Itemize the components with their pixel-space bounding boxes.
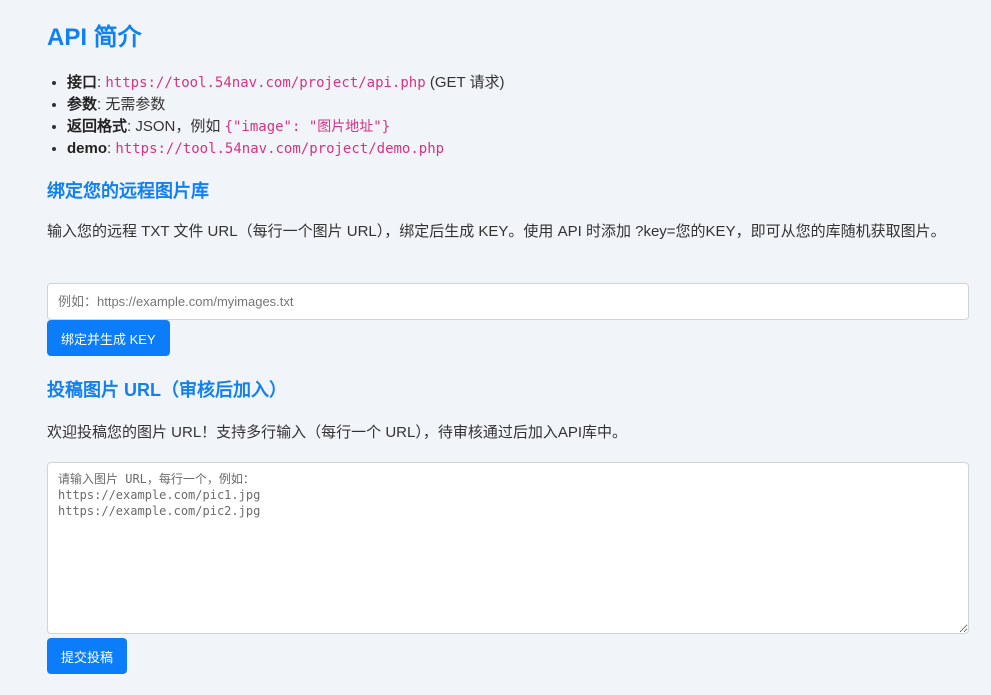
format-example: {"image": "图片地址"} <box>224 119 391 135</box>
image-urls-textarea[interactable] <box>47 462 969 634</box>
remote-url-input[interactable] <box>47 283 969 320</box>
submit-heading: 投稿图片 URL（审核后加入） <box>47 380 287 400</box>
endpoint-label: 接口 <box>67 74 98 91</box>
format-value: JSON，例如 <box>135 118 225 135</box>
bind-generate-key-button[interactable]: 绑定并生成 KEY <box>47 320 170 356</box>
api-info-list: 接口: https://tool.54nav.com/project/api.p… <box>47 72 505 160</box>
bind-heading: 绑定您的远程图片库 <box>47 181 209 201</box>
demo-url: https://tool.54nav.com/project/demo.php <box>115 141 445 157</box>
page-title: API 简介 <box>47 24 142 51</box>
endpoint-url: https://tool.54nav.com/project/api.php <box>105 75 426 91</box>
submit-contribution-button[interactable]: 提交投稿 <box>47 638 128 674</box>
list-item-demo: demo: https://tool.54nav.com/project/dem… <box>67 138 505 160</box>
submit-description: 欢迎投稿您的图片 URL！支持多行输入（每行一个 URL），待审核通过后加入AP… <box>47 424 628 441</box>
list-item-format: 返回格式: JSON，例如 {"image": "图片地址"} <box>67 116 505 138</box>
params-value: 无需参数 <box>105 96 166 113</box>
list-item-params: 参数: 无需参数 <box>67 94 505 116</box>
endpoint-method: (GET 请求) <box>425 74 505 91</box>
format-label: 返回格式 <box>67 118 128 135</box>
params-label: 参数 <box>67 96 98 113</box>
demo-label: demo <box>67 140 108 157</box>
bind-description: 输入您的远程 TXT 文件 URL（每行一个图片 URL），绑定后生成 KEY。… <box>47 223 946 240</box>
list-item-endpoint: 接口: https://tool.54nav.com/project/api.p… <box>67 72 505 94</box>
